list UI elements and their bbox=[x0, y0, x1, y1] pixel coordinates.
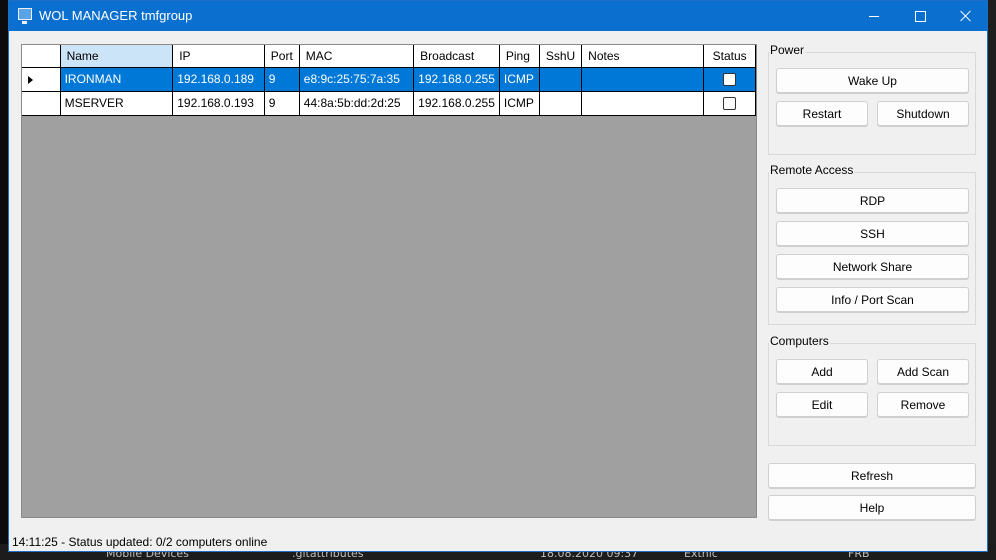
status-bar: 14:11:25 - Status updated: 0/2 computers… bbox=[9, 531, 987, 551]
column-header-ping[interactable]: Ping bbox=[499, 45, 540, 68]
edit-button[interactable]: Edit bbox=[776, 392, 868, 417]
row-header[interactable] bbox=[22, 91, 61, 116]
cell-sshu[interactable] bbox=[539, 91, 583, 116]
column-header-ip[interactable]: IP bbox=[172, 45, 265, 68]
computers-group: Computers Add Add Scan Edit Remove bbox=[768, 334, 976, 446]
cell-ip[interactable]: 192.168.0.189 bbox=[172, 67, 265, 92]
cell-ip[interactable]: 192.168.0.193 bbox=[172, 91, 265, 116]
window-title: WOL MANAGER tmfgroup bbox=[39, 8, 193, 23]
minimize-icon bbox=[869, 15, 879, 17]
column-header-mac[interactable]: MAC bbox=[299, 45, 415, 68]
status-text: 14:11:25 - Status updated: 0/2 computers… bbox=[12, 535, 268, 549]
current-row-arrow-icon bbox=[28, 75, 33, 84]
app-monitor-icon bbox=[18, 8, 32, 24]
cell-status[interactable] bbox=[703, 91, 756, 116]
row-header[interactable] bbox=[22, 67, 61, 92]
cell-port[interactable]: 9 bbox=[264, 91, 300, 116]
cell-mac[interactable]: e8:9c:25:75:7a:35 bbox=[299, 67, 415, 92]
close-icon bbox=[960, 10, 972, 22]
minimize-button[interactable] bbox=[851, 1, 897, 31]
table-row[interactable]: MSERVER 192.168.0.193 9 44:8a:5b:dd:2d:2… bbox=[22, 91, 756, 116]
cell-notes[interactable] bbox=[581, 67, 705, 92]
remove-button[interactable]: Remove bbox=[877, 392, 969, 417]
status-checkbox[interactable] bbox=[723, 97, 737, 111]
column-header-broadcast[interactable]: Broadcast bbox=[413, 45, 500, 68]
power-group: Power Wake Up Restart Shutdown bbox=[768, 43, 976, 155]
maximize-icon bbox=[914, 10, 926, 22]
table-row[interactable]: IRONMAN 192.168.0.189 9 e8:9c:25:75:7a:3… bbox=[22, 67, 756, 92]
cell-name[interactable]: IRONMAN bbox=[60, 67, 174, 92]
column-header-notes[interactable]: Notes bbox=[581, 45, 705, 68]
cell-port[interactable]: 9 bbox=[264, 67, 300, 92]
cell-status[interactable] bbox=[703, 67, 756, 92]
maximize-button[interactable] bbox=[897, 1, 943, 31]
help-button[interactable]: Help bbox=[768, 495, 976, 520]
header-row: Name IP Port MAC Broadcast Ping SshU Not… bbox=[22, 45, 756, 68]
remote-access-group-title: Remote Access bbox=[769, 163, 855, 177]
column-header-name[interactable]: Name bbox=[60, 45, 174, 68]
info-port-scan-button[interactable]: Info / Port Scan bbox=[776, 287, 969, 312]
status-checkbox[interactable] bbox=[723, 73, 737, 87]
add-scan-button[interactable]: Add Scan bbox=[877, 359, 969, 384]
background-terminal bbox=[0, 0, 8, 559]
cell-ping[interactable]: ICMP bbox=[499, 67, 540, 92]
computers-grid[interactable]: Name IP Port MAC Broadcast Ping SshU Not… bbox=[21, 44, 757, 518]
add-button[interactable]: Add bbox=[776, 359, 868, 384]
computers-table: Name IP Port MAC Broadcast Ping SshU Not… bbox=[22, 45, 756, 116]
column-header-port[interactable]: Port bbox=[264, 45, 300, 68]
close-button[interactable] bbox=[943, 1, 989, 31]
power-group-title: Power bbox=[769, 43, 806, 57]
title-bar[interactable]: WOL MANAGER tmfgroup bbox=[9, 1, 987, 31]
cell-broadcast[interactable]: 192.168.0.255 bbox=[413, 67, 500, 92]
restart-button[interactable]: Restart bbox=[776, 101, 868, 126]
cell-notes[interactable] bbox=[581, 91, 705, 116]
shutdown-button[interactable]: Shutdown bbox=[877, 101, 969, 126]
cell-broadcast[interactable]: 192.168.0.255 bbox=[413, 91, 500, 116]
cell-name[interactable]: MSERVER bbox=[60, 91, 174, 116]
computers-group-title: Computers bbox=[769, 334, 830, 348]
cell-ping[interactable]: ICMP bbox=[499, 91, 540, 116]
row-header-corner[interactable] bbox=[22, 45, 61, 68]
column-header-sshu[interactable]: SshU bbox=[539, 45, 583, 68]
rdp-button[interactable]: RDP bbox=[776, 188, 969, 213]
ssh-button[interactable]: SSH bbox=[776, 221, 969, 246]
remote-access-group: Remote Access RDP SSH Network Share Info… bbox=[768, 163, 976, 325]
wake-up-button[interactable]: Wake Up bbox=[776, 68, 969, 93]
network-share-button[interactable]: Network Share bbox=[776, 254, 969, 279]
wol-manager-window: WOL MANAGER tmfgroup Name IP Port MAC Br… bbox=[8, 0, 988, 552]
column-header-status[interactable]: Status bbox=[703, 45, 756, 68]
cell-mac[interactable]: 44:8a:5b:dd:2d:25 bbox=[299, 91, 415, 116]
cell-sshu[interactable] bbox=[539, 67, 583, 92]
refresh-button[interactable]: Refresh bbox=[768, 463, 976, 488]
